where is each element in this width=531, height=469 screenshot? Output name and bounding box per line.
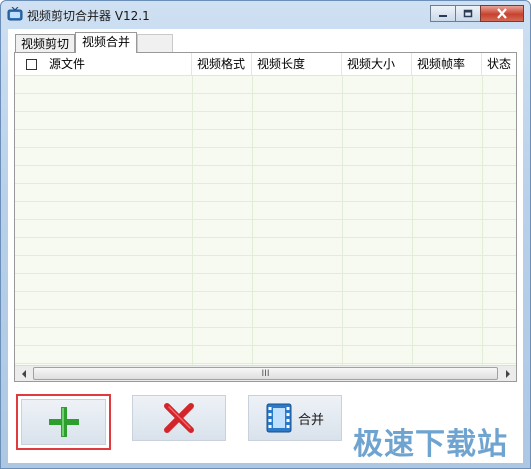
scroll-left-button[interactable] (15, 366, 32, 382)
minimize-icon (439, 14, 447, 17)
grid-row-line (15, 147, 516, 148)
maximize-button[interactable] (455, 5, 481, 22)
scroll-thumb-grip: III (261, 368, 270, 379)
add-file-button-face (21, 399, 106, 445)
close-icon (497, 8, 507, 19)
close-button[interactable] (480, 5, 524, 22)
remove-file-button[interactable] (132, 395, 226, 441)
grid-row-line (15, 255, 516, 256)
grid-column-line (412, 76, 413, 365)
client-area: 视频剪切 视频合并 源文件 视频格式 视频长度 视频大小 视频帧率 状态 III… (8, 29, 523, 463)
app-tv-icon (7, 7, 23, 21)
column-header-duration[interactable]: 视频长度 (252, 53, 342, 76)
grid-row-line (15, 201, 516, 202)
grid-row-line (15, 111, 516, 112)
list-header: 源文件 视频格式 视频长度 视频大小 视频帧率 状态 (15, 53, 516, 76)
grid-column-line (252, 76, 253, 365)
column-header-framerate[interactable]: 视频帧率 (412, 53, 482, 76)
maximize-icon (463, 9, 473, 18)
merge-button[interactable]: 合并 (248, 395, 342, 441)
tab-video-merge[interactable]: 视频合并 (75, 32, 138, 53)
column-header-status[interactable]: 状态 (482, 53, 516, 76)
grid-row-line (15, 219, 516, 220)
grid-row-line (15, 93, 516, 94)
grid-row-line (15, 309, 516, 310)
grid-row-line (15, 363, 516, 364)
scroll-left-icon (21, 370, 26, 378)
tab-strip: 视频剪切 视频合并 (15, 32, 174, 53)
column-header-source[interactable]: 源文件 (15, 53, 192, 76)
tab-video-cut[interactable]: 视频剪切 (15, 34, 76, 53)
merge-button-label: 合并 (297, 412, 324, 428)
grid-row-line (15, 183, 516, 184)
plus-icon (48, 407, 79, 437)
grid-row-line (15, 345, 516, 346)
merge-panel: 源文件 视频格式 视频长度 视频大小 视频帧率 状态 III (14, 52, 517, 382)
column-header-format[interactable]: 视频格式 (192, 53, 252, 76)
grid-column-line (482, 76, 483, 365)
minimize-button[interactable] (430, 5, 456, 22)
scroll-right-button[interactable] (499, 366, 516, 382)
grid-row-line (15, 273, 516, 274)
grid-row-line (15, 291, 516, 292)
title-bar[interactable]: 视频剪切合并器 V12.1 (1, 1, 530, 29)
file-list[interactable] (15, 76, 516, 365)
column-label-source: 源文件 (49, 57, 86, 71)
select-all-checkbox[interactable] (26, 59, 37, 70)
tab-strip-filler (137, 34, 174, 53)
window-title: 视频剪切合并器 V12.1 (27, 9, 150, 23)
grid-row-line (15, 165, 516, 166)
add-file-button[interactable] (16, 394, 111, 450)
grid-column-line (192, 76, 193, 365)
grid-row-line (15, 327, 516, 328)
horizontal-scrollbar[interactable]: III (15, 365, 516, 381)
x-icon (164, 403, 194, 433)
column-header-size[interactable]: 视频大小 (342, 53, 412, 76)
app-window: 视频剪切合并器 V12.1 视频剪切 视频合并 源文件 视频格式 视频长度 视频… (0, 0, 531, 469)
film-icon (266, 403, 292, 433)
grid-column-line (342, 76, 343, 365)
scroll-right-icon (505, 370, 510, 378)
scroll-thumb[interactable]: III (33, 367, 498, 380)
watermark-logo: 极速下载站 (353, 427, 508, 462)
grid-row-line (15, 129, 516, 130)
window-controls (430, 5, 524, 22)
grid-row-line (15, 237, 516, 238)
